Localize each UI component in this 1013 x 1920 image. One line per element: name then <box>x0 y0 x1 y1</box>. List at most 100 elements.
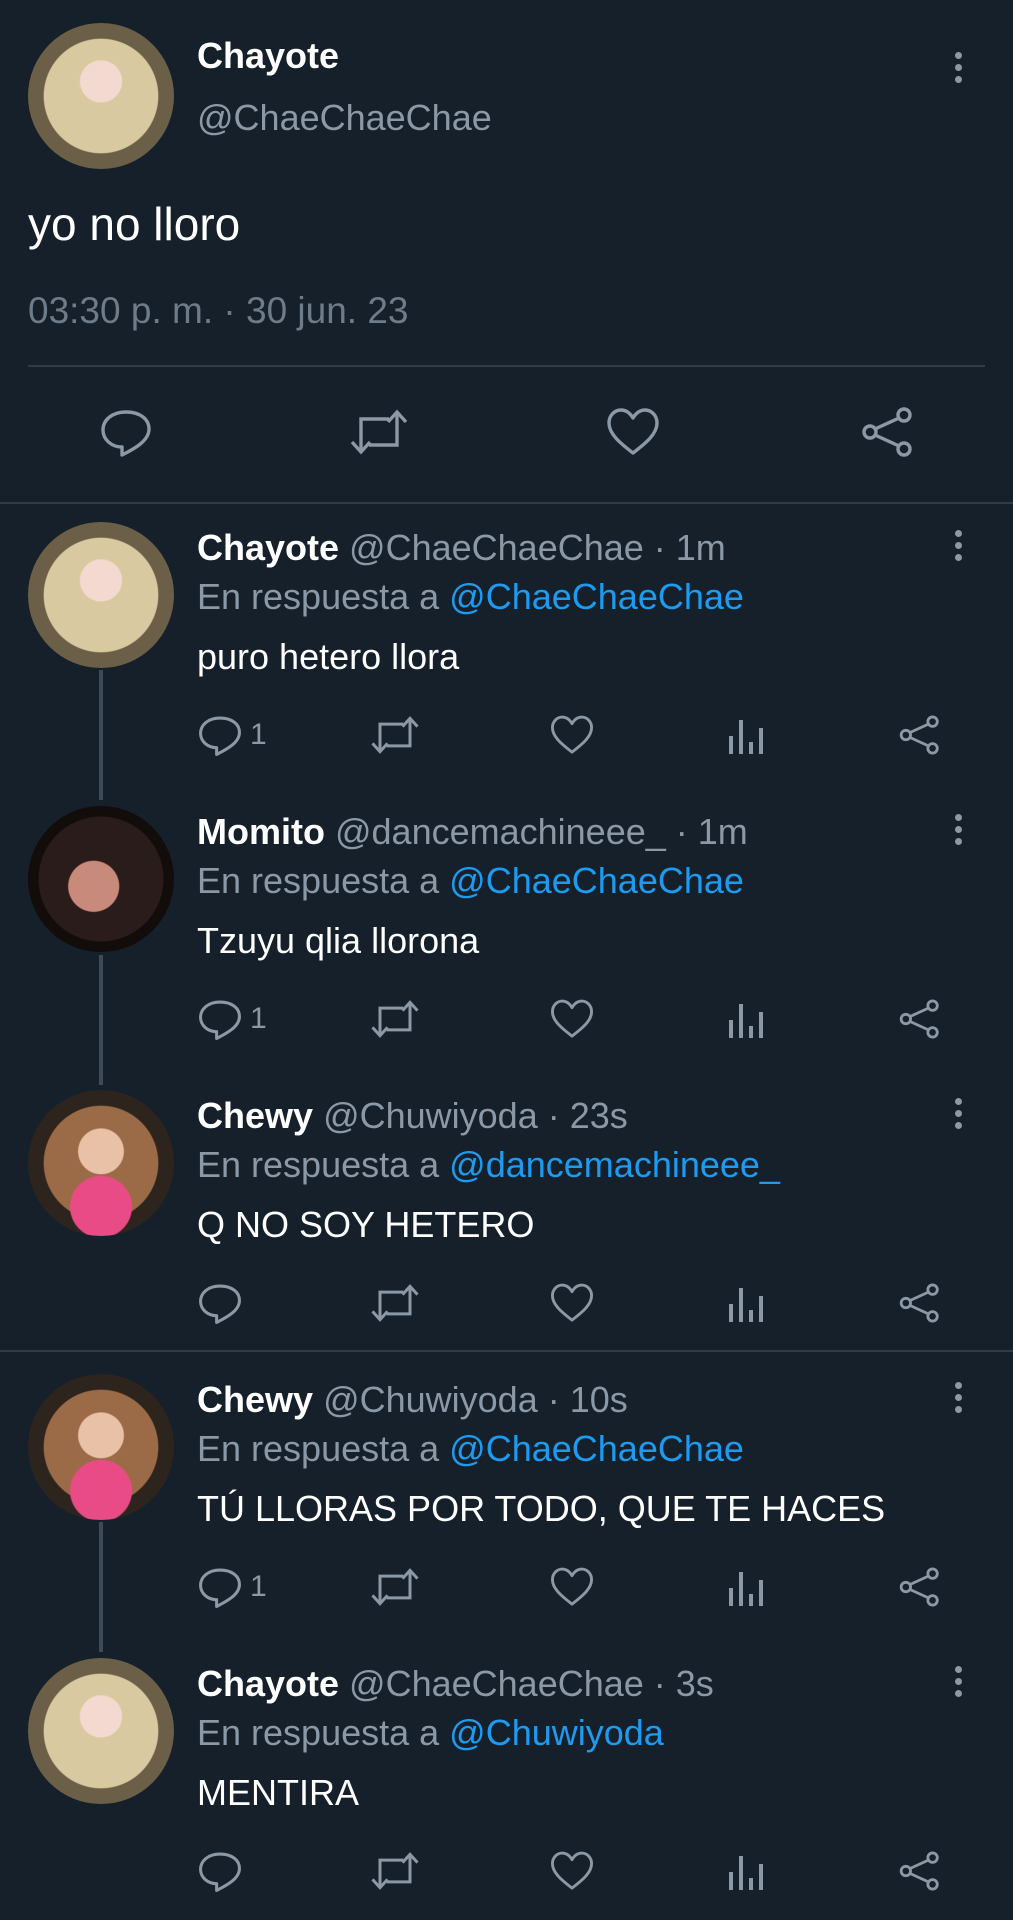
tweet-text: Tzuyu qlia llorona <box>197 920 480 961</box>
views-button[interactable] <box>726 710 766 760</box>
retweet-button[interactable] <box>370 1562 420 1612</box>
views-icon <box>729 1288 763 1322</box>
mention-link[interactable]: @ChaeChaeChae <box>449 576 744 617</box>
more-options-icon[interactable] <box>955 1382 963 1418</box>
share-button[interactable] <box>898 1562 942 1612</box>
like-button[interactable] <box>550 1846 594 1896</box>
more-options-icon[interactable] <box>955 1098 963 1134</box>
retweet-button[interactable] <box>370 710 420 760</box>
views-icon <box>729 720 763 754</box>
reply-header: Chewy @Chuwiyoda · 23s <box>197 1095 628 1137</box>
more-options-icon[interactable] <box>955 1666 963 1702</box>
reply-button[interactable]: 1 <box>198 994 267 1044</box>
avatar[interactable] <box>28 1090 174 1236</box>
author-handle[interactable]: @ChaeChaeChae <box>349 527 644 568</box>
mention-link[interactable]: @ChaeChaeChae <box>449 1428 744 1469</box>
author-name[interactable]: Chayote <box>197 1663 339 1704</box>
tweet-text: puro hetero llora <box>197 636 460 677</box>
like-button[interactable] <box>606 407 660 457</box>
reply-context-label: En respuesta a <box>197 1144 440 1185</box>
reply-button[interactable] <box>198 1278 250 1328</box>
author-handle[interactable]: @dancemachineee_ <box>335 811 666 852</box>
reply-time: · 23s <box>547 1095 628 1136</box>
reply-time: · 1m <box>675 811 748 852</box>
reply-header: Chayote @ChaeChaeChae · 3s <box>197 1663 714 1705</box>
avatar[interactable] <box>28 806 174 952</box>
share-button[interactable] <box>898 1278 942 1328</box>
reply-context: En respuesta a @ChaeChaeChae <box>197 1428 744 1470</box>
reply-time: · 1m <box>653 527 726 568</box>
reply-context-label: En respuesta a <box>197 860 440 901</box>
avatar[interactable] <box>28 522 174 668</box>
author-name[interactable]: Chewy <box>197 1095 313 1136</box>
retweet-button[interactable] <box>349 407 409 457</box>
avatar[interactable] <box>28 23 174 169</box>
reply-icon <box>199 1852 241 1892</box>
more-options-icon[interactable] <box>955 52 963 88</box>
reply-button[interactable] <box>100 407 152 457</box>
mention-link[interactable]: @ChaeChaeChae <box>449 860 744 901</box>
tweet-text: Q NO SOY HETERO <box>197 1204 535 1245</box>
reply-button[interactable]: 1 <box>198 710 267 760</box>
author-name[interactable]: Momito <box>197 811 325 852</box>
more-options-icon[interactable] <box>955 530 963 566</box>
reply-header: Chewy @Chuwiyoda · 10s <box>197 1379 628 1421</box>
more-options-icon[interactable] <box>955 814 963 850</box>
views-icon <box>729 1572 763 1606</box>
like-button[interactable] <box>550 994 594 1044</box>
main-action-bar <box>0 407 1013 457</box>
reply-context: En respuesta a @dancemachineee_ <box>197 1144 780 1186</box>
like-icon <box>550 715 594 754</box>
reply-action-bar <box>0 1278 1013 1328</box>
mention-link[interactable]: @dancemachineee_ <box>449 1144 780 1185</box>
share-button[interactable] <box>898 994 942 1044</box>
author-handle[interactable]: @Chuwiyoda <box>323 1095 538 1136</box>
like-icon <box>550 1851 594 1890</box>
reply-button[interactable]: 1 <box>198 1562 267 1612</box>
like-icon <box>550 1567 594 1606</box>
section-divider <box>0 1350 1013 1352</box>
reply-action-bar: 1 <box>0 1562 1013 1612</box>
author-handle[interactable]: @ChaeChaeChae <box>349 1663 644 1704</box>
retweet-button[interactable] <box>370 994 420 1044</box>
views-button[interactable] <box>726 994 766 1044</box>
reply-icon <box>101 410 151 457</box>
tweet-timestamp[interactable]: 03:30 p. m. · 30 jun. 23 <box>28 290 409 332</box>
views-button[interactable] <box>726 1846 766 1896</box>
author-handle[interactable]: @Chuwiyoda <box>323 1379 538 1420</box>
divider <box>28 365 985 367</box>
reply-action-bar: 1 <box>0 994 1013 1044</box>
share-icon <box>862 407 912 457</box>
share-button[interactable] <box>898 1846 942 1896</box>
like-button[interactable] <box>550 1278 594 1328</box>
tweet-text: TÚ LLORAS POR TODO, QUE TE HACES <box>197 1488 886 1529</box>
mention-link[interactable]: @Chuwiyoda <box>449 1712 664 1753</box>
share-icon <box>899 1283 939 1323</box>
reply-icon <box>199 1284 241 1324</box>
avatar[interactable] <box>28 1658 174 1804</box>
reply-button[interactable] <box>198 1846 250 1896</box>
reply-context: En respuesta a @Chuwiyoda <box>197 1712 664 1754</box>
reply-icon <box>199 1568 241 1608</box>
retweet-button[interactable] <box>370 1278 420 1328</box>
author-name[interactable]: Chayote <box>197 35 339 77</box>
views-button[interactable] <box>726 1278 766 1328</box>
views-button[interactable] <box>726 1562 766 1612</box>
reply-count: 1 <box>250 1570 267 1603</box>
share-button[interactable] <box>860 407 916 457</box>
retweet-icon <box>371 1000 419 1038</box>
retweet-icon <box>371 1284 419 1322</box>
like-button[interactable] <box>550 710 594 760</box>
author-name[interactable]: Chayote <box>197 527 339 568</box>
reply-context: En respuesta a @ChaeChaeChae <box>197 576 744 618</box>
author-handle[interactable]: @ChaeChaeChae <box>197 97 492 139</box>
retweet-button[interactable] <box>370 1846 420 1896</box>
reply-icon <box>199 716 241 756</box>
author-name[interactable]: Chewy <box>197 1379 313 1420</box>
avatar[interactable] <box>28 1374 174 1520</box>
share-button[interactable] <box>898 710 942 760</box>
like-button[interactable] <box>550 1562 594 1612</box>
reply-action-bar <box>0 1846 1013 1896</box>
reply-action-bar: 1 <box>0 710 1013 760</box>
reply-header: Chayote @ChaeChaeChae · 1m <box>197 527 726 569</box>
